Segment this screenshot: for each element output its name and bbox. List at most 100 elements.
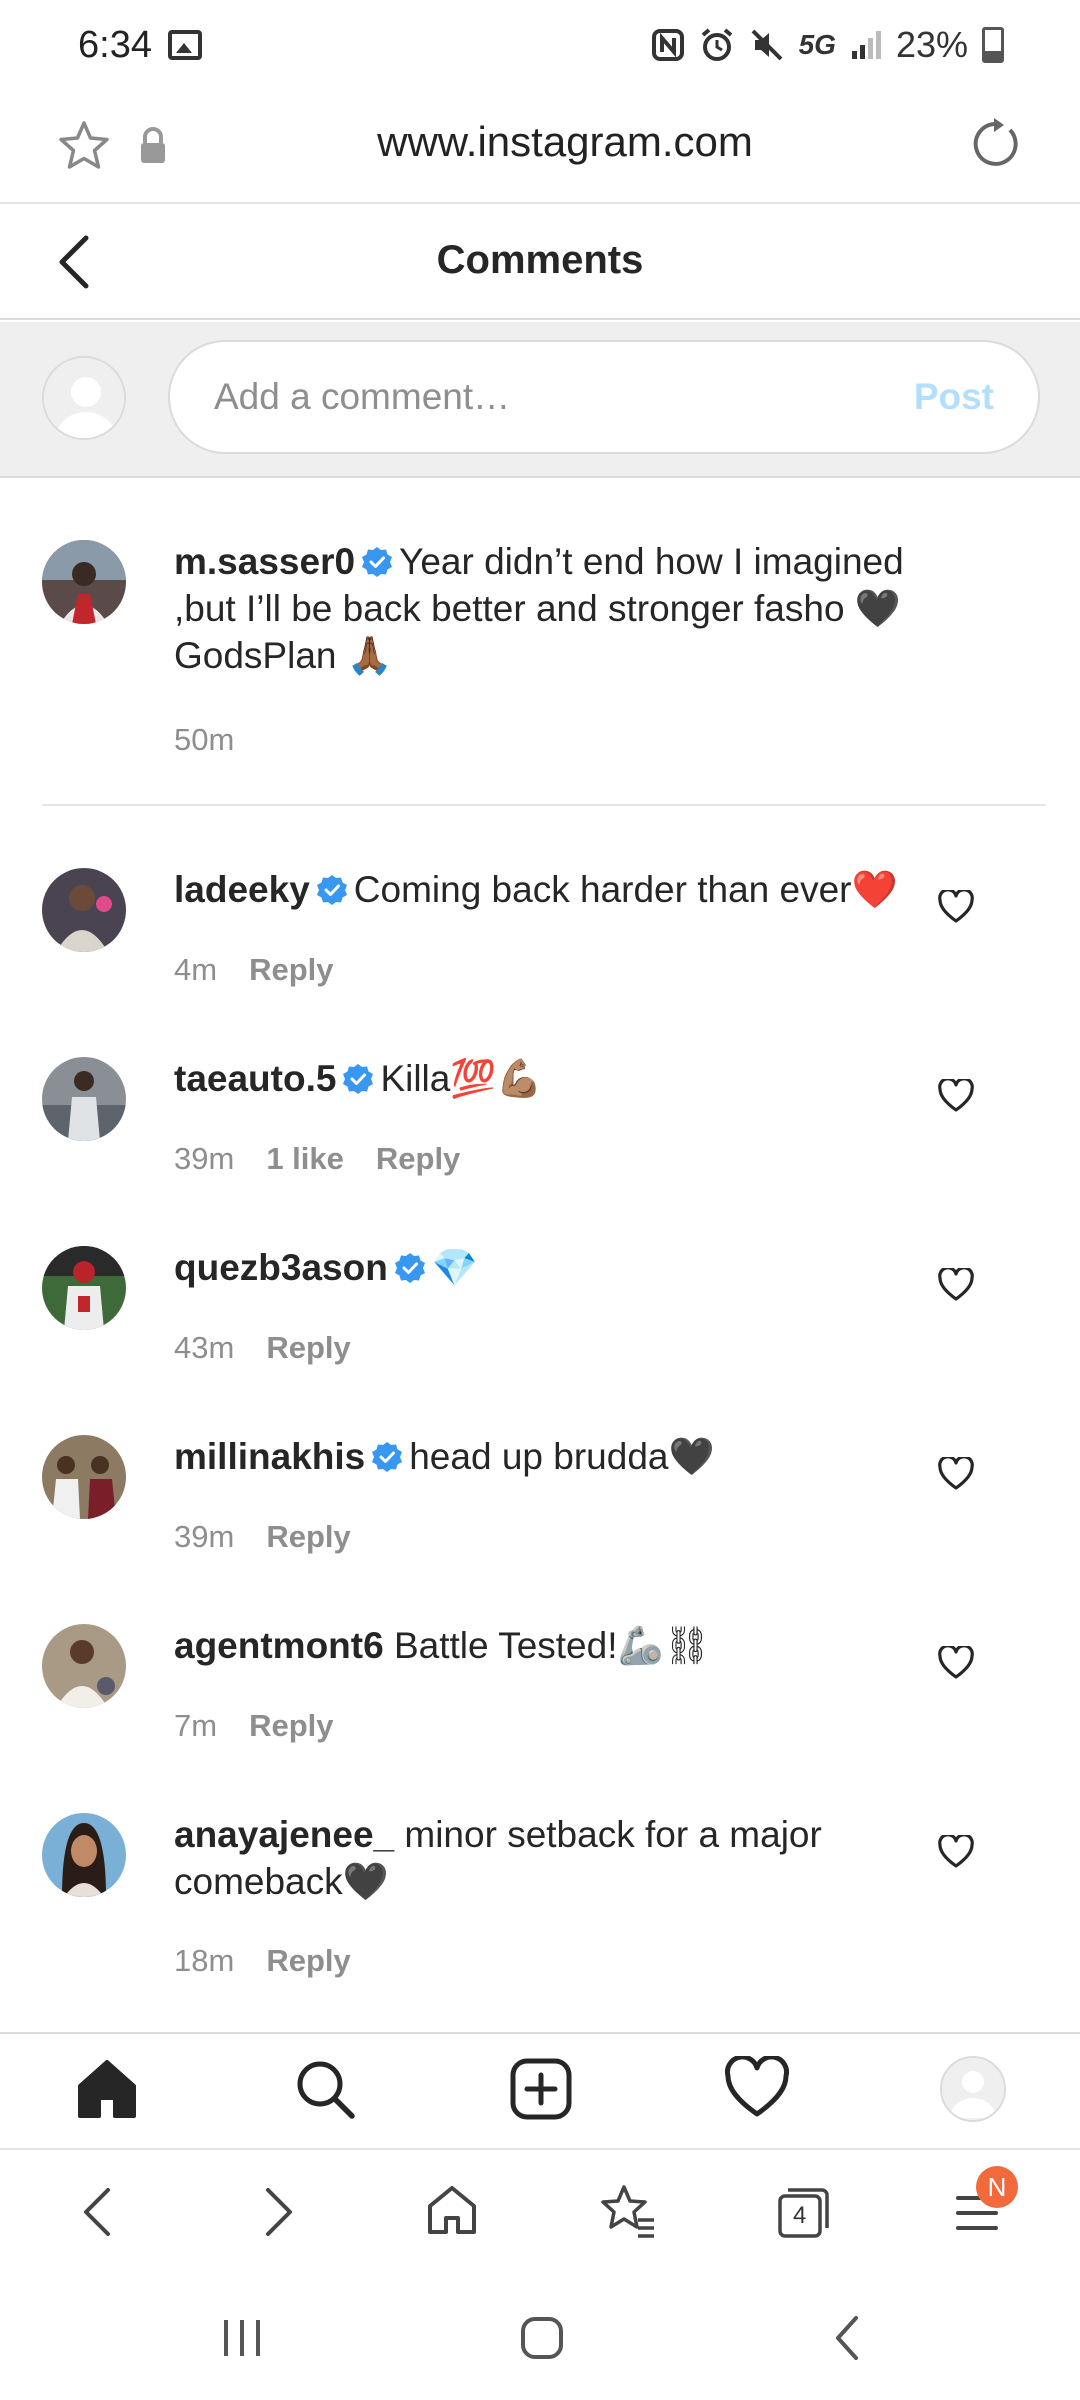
comment-time: 39m: [174, 1519, 235, 1554]
comment-meta: 18m Reply: [174, 1943, 351, 1979]
caption-username[interactable]: m.sasser0: [174, 541, 355, 582]
activity-heart-icon[interactable]: [724, 2056, 790, 2122]
reply-button[interactable]: Reply: [266, 1519, 350, 1555]
avatar[interactable]: [42, 868, 126, 952]
heart-icon[interactable]: [938, 1646, 974, 1680]
nfc-icon: [651, 29, 684, 61]
heart-icon[interactable]: [938, 1268, 974, 1302]
comment-item: millinakhis head up brudda🖤 39m Reply: [0, 1427, 1080, 1617]
battery-icon: [982, 27, 1004, 63]
comment-time: 43m: [174, 1330, 235, 1365]
reply-button[interactable]: Reply: [249, 952, 333, 988]
avatar[interactable]: [42, 540, 126, 624]
comment-time: 4m: [174, 952, 218, 987]
comment-text: quezb3ason 💎: [174, 1244, 954, 1291]
comment-meta: 4m Reply: [174, 952, 334, 988]
signal-icon: [851, 31, 881, 59]
caption-text: m.sasser0 Year didn’t end how I imagined …: [174, 538, 954, 679]
status-icons: 5G 23%: [651, 24, 1004, 66]
home-outline-icon[interactable]: [424, 2182, 480, 2238]
verified-badge-icon: [362, 547, 393, 577]
heart-icon[interactable]: [938, 1835, 974, 1869]
avatar[interactable]: [42, 1057, 126, 1141]
caption-meta: 50m: [174, 722, 234, 758]
battery-percent: 23%: [895, 24, 968, 65]
comment-content: head up brudda🖤: [409, 1436, 715, 1477]
tabs-count: 4: [793, 2202, 807, 2229]
comment-item: ladeeky Coming back harder than ever❤️ 4m…: [0, 860, 1080, 1050]
comment-username[interactable]: anayajenee_: [174, 1814, 394, 1855]
heart-icon[interactable]: [938, 1457, 974, 1491]
comment-input-placeholder: Add a comment…: [214, 376, 511, 417]
comment-meta: 39m 1 like Reply: [174, 1141, 460, 1177]
post-caption: m.sasser0 Year didn’t end how I imagined …: [0, 480, 1080, 806]
avatar[interactable]: [42, 1813, 126, 1897]
forward-icon[interactable]: [258, 2182, 298, 2242]
back-chevron-icon[interactable]: [830, 2314, 864, 2362]
status-time: 6:34: [78, 24, 152, 66]
comment-meta: 43m Reply: [174, 1330, 351, 1366]
comment-content: Battle Tested!🦾⛓: [393, 1625, 711, 1666]
instagram-bottom-nav: [0, 2032, 1080, 2148]
url-text[interactable]: www.instagram.com: [0, 118, 1080, 166]
reply-button[interactable]: Reply: [266, 1943, 350, 1979]
image-icon: [168, 30, 202, 60]
browser-toolbar: 4 N: [0, 2148, 1080, 2274]
tabs-icon[interactable]: 4: [774, 2182, 834, 2242]
comment-content: 💎: [431, 1247, 478, 1288]
recents-icon[interactable]: [220, 2318, 264, 2358]
comment-composer: Add a comment… Post: [0, 322, 1080, 478]
comment-meta: 39m Reply: [174, 1519, 351, 1555]
verified-badge-icon: [343, 1064, 374, 1094]
reload-icon[interactable]: [966, 116, 1022, 172]
comment-input[interactable]: Add a comment… Post: [168, 340, 1040, 454]
verified-badge-icon: [394, 1253, 425, 1283]
profile-avatar-icon[interactable]: [940, 2056, 1006, 2122]
comment-username[interactable]: quezb3ason: [174, 1247, 388, 1288]
comment-content: Coming back harder than ever❤️: [353, 869, 898, 910]
bookmarks-icon[interactable]: [598, 2182, 658, 2242]
caption-time: 50m: [174, 722, 235, 757]
own-avatar: [42, 356, 126, 440]
reply-button[interactable]: Reply: [249, 1708, 333, 1744]
comment-item: taeauto.5 Killa💯💪🏽 39m 1 like Reply: [0, 1049, 1080, 1239]
comment-item: anayajenee_ minor setback for a major co…: [0, 1805, 1080, 2025]
comment-username[interactable]: taeauto.5: [174, 1058, 336, 1099]
back-icon[interactable]: [78, 2182, 118, 2242]
comment-content: Killa💯💪🏽: [380, 1058, 543, 1099]
comment-username[interactable]: ladeeky: [174, 869, 310, 910]
comment-text: agentmont6 Battle Tested!🦾⛓: [174, 1622, 954, 1669]
comment-time: 7m: [174, 1708, 218, 1743]
alarm-icon: [701, 28, 732, 61]
status-bar: 6:34 5G 23%: [0, 0, 1080, 96]
home-icon[interactable]: [74, 2056, 140, 2122]
search-icon[interactable]: [292, 2056, 358, 2122]
comments-header: Comments: [0, 204, 1080, 320]
reply-button[interactable]: Reply: [376, 1141, 460, 1177]
heart-icon[interactable]: [938, 1079, 974, 1113]
like-count[interactable]: 1 like: [266, 1141, 344, 1177]
new-post-icon[interactable]: [508, 2056, 574, 2122]
post-button[interactable]: Post: [914, 376, 994, 418]
comment-text: millinakhis head up brudda🖤: [174, 1433, 954, 1480]
comment-username[interactable]: agentmont6: [174, 1625, 384, 1666]
comment-time: 18m: [174, 1943, 235, 1978]
comment-text: taeauto.5 Killa💯💪🏽: [174, 1055, 954, 1102]
avatar[interactable]: [42, 1435, 126, 1519]
comment-time: 39m: [174, 1141, 235, 1176]
verified-badge-icon: [372, 1442, 403, 1472]
comment-text: ladeeky Coming back harder than ever❤️: [174, 866, 954, 913]
avatar[interactable]: [42, 1246, 126, 1330]
home-circle-icon[interactable]: [520, 2316, 564, 2360]
heart-icon[interactable]: [938, 890, 974, 924]
mute-icon: [751, 29, 782, 61]
network-type: 5G: [798, 29, 836, 60]
notification-badge: N: [976, 2166, 1018, 2208]
comment-meta: 7m Reply: [174, 1708, 334, 1744]
comment-username[interactable]: millinakhis: [174, 1436, 365, 1477]
comment-text: anayajenee_ minor setback for a major co…: [174, 1811, 954, 1905]
reply-button[interactable]: Reply: [266, 1330, 350, 1366]
avatar[interactable]: [42, 1624, 126, 1708]
comment-item: agentmont6 Battle Tested!🦾⛓ 7m Reply: [0, 1616, 1080, 1806]
comment-item: quezb3ason 💎 43m Reply: [0, 1238, 1080, 1428]
